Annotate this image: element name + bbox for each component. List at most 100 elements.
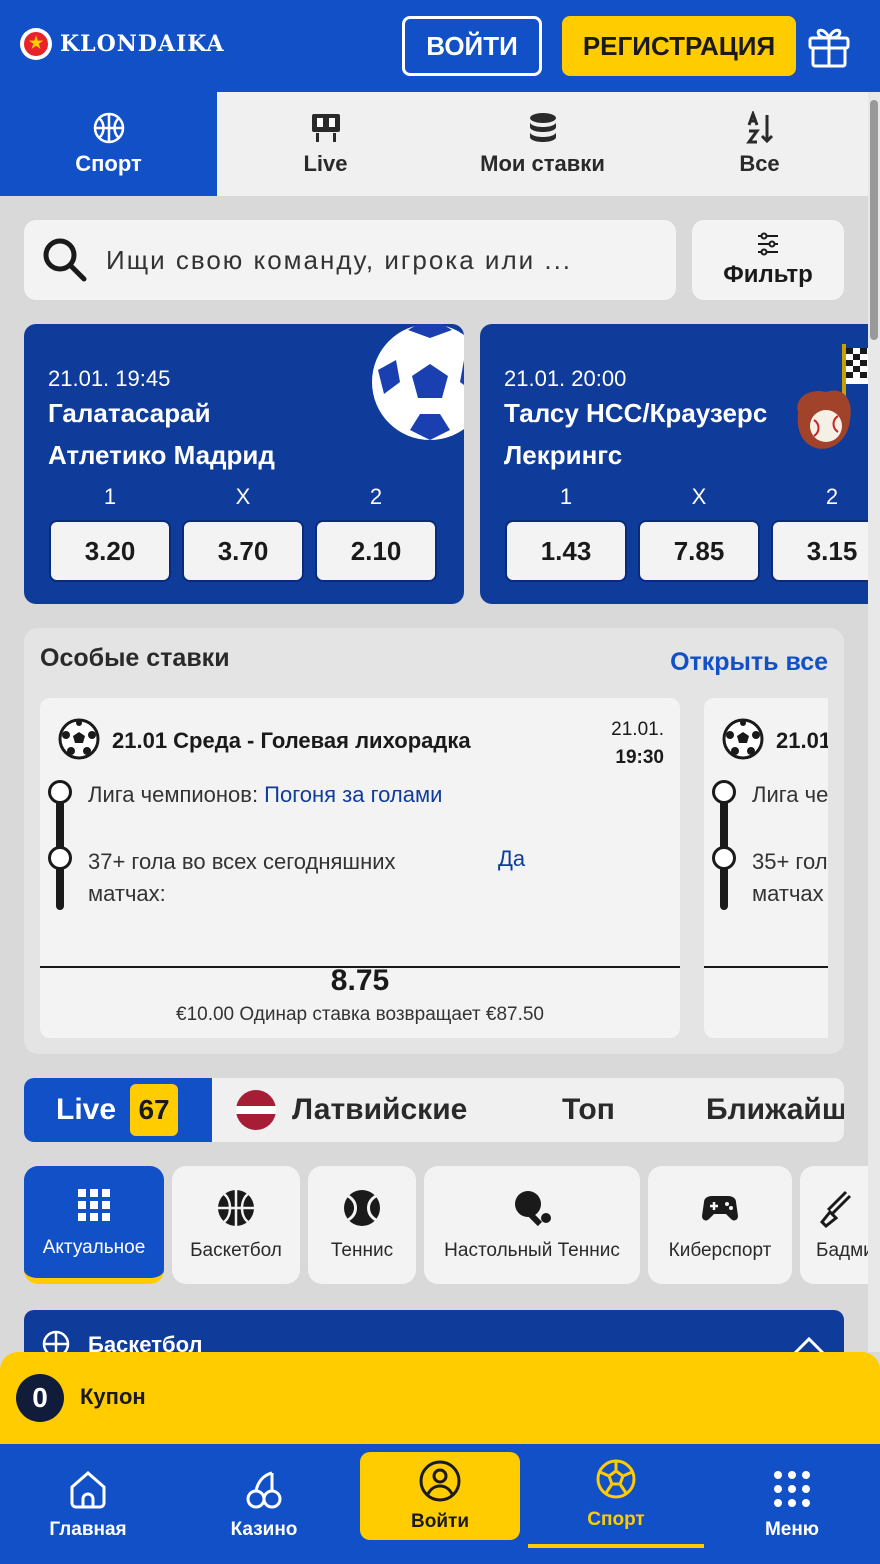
home-icon bbox=[70, 1471, 106, 1509]
sport-basketball[interactable]: Баскетбол bbox=[172, 1166, 300, 1284]
category-label: Ближайшие bbox=[706, 1093, 844, 1126]
sport-tennis[interactable]: Теннис bbox=[308, 1166, 416, 1284]
timeline-dot bbox=[48, 846, 72, 870]
nav-sport[interactable]: Спорт bbox=[528, 1444, 704, 1548]
nav-login[interactable]: Войти bbox=[360, 1452, 520, 1540]
tab-live[interactable]: Live bbox=[217, 92, 434, 196]
nav-casino[interactable]: Казино bbox=[176, 1444, 352, 1564]
odds-button[interactable]: 3.15 bbox=[771, 520, 868, 582]
nav-label: Войти bbox=[411, 1511, 469, 1532]
logo-star-icon: ★ bbox=[20, 28, 52, 60]
odds-button[interactable]: 1.43 bbox=[505, 520, 627, 582]
sport-esports[interactable]: Киберспорт bbox=[648, 1166, 792, 1284]
special-bet-odds[interactable]: 8.75 bbox=[40, 964, 680, 998]
category-latvian[interactable]: Латвийские bbox=[236, 1078, 467, 1142]
category-live[interactable]: Live 67 bbox=[24, 1078, 212, 1142]
sport-label: Киберспорт bbox=[668, 1240, 772, 1261]
tab-label: Мои ставки bbox=[480, 151, 605, 176]
odds-label: X bbox=[235, 484, 251, 509]
tab-my-bets[interactable]: Мои ставки bbox=[434, 92, 651, 196]
bottom-nav: Главная Казино Войти Спорт Меню bbox=[0, 1444, 880, 1564]
featured-match-card[interactable]: 21.01. 20:00 Талсу НСС/Краузерс Лекрингс… bbox=[480, 324, 868, 604]
register-button[interactable]: РЕГИСТРАЦИЯ bbox=[562, 16, 796, 76]
tennis-ball-icon bbox=[344, 1190, 380, 1226]
nav-menu[interactable]: Меню bbox=[704, 1444, 880, 1564]
odds-button[interactable]: 3.20 bbox=[49, 520, 171, 582]
scrollbar-thumb[interactable] bbox=[870, 100, 878, 340]
team-home: Талсу НСС/Краузерс bbox=[504, 398, 768, 428]
soccer-ball-icon bbox=[372, 324, 464, 440]
tab-label: Спорт bbox=[75, 151, 142, 176]
team-away: Лекрингс bbox=[504, 440, 623, 470]
sport-label: Актуальное bbox=[42, 1237, 146, 1258]
tab-sport[interactable]: Спорт bbox=[0, 92, 217, 196]
special-bet-line: Лига чемпионов: Погоня за голами bbox=[88, 782, 442, 808]
sport-label: Баскетбол bbox=[190, 1240, 282, 1261]
tab-label: Live bbox=[303, 151, 348, 176]
logo-text: KLONDAIKA bbox=[60, 31, 225, 57]
special-bet-title: 21.01 bbox=[776, 728, 828, 753]
sport-label: Настольный Теннис bbox=[444, 1240, 620, 1261]
special-bet-card[interactable]: 21.01 Среда - Голевая лихорадка 21.01. 19… bbox=[40, 698, 680, 1038]
scoreboard-icon bbox=[311, 114, 340, 142]
filter-label: Фильтр bbox=[723, 261, 813, 288]
special-bets-title: Особые ставки bbox=[40, 644, 230, 672]
scrollbar[interactable] bbox=[868, 92, 880, 1352]
match-datetime: 21.01. 19:45 bbox=[48, 366, 171, 391]
odds-label: 2 bbox=[369, 484, 383, 509]
tab-label: Все bbox=[739, 151, 780, 176]
odds-label: 1 bbox=[103, 484, 117, 509]
sport-badminton[interactable]: Бадминтон bbox=[800, 1166, 868, 1284]
menu-grid-icon bbox=[774, 1471, 810, 1507]
odds-label: 2 bbox=[825, 484, 839, 509]
special-bet-date: 21.01. bbox=[611, 719, 664, 740]
nav-label: Меню bbox=[764, 1519, 820, 1540]
league-label: Лига чемпионов: bbox=[88, 782, 265, 807]
nav-home[interactable]: Главная bbox=[0, 1444, 176, 1564]
featured-match-card[interactable]: 21.01. 19:45 Галатасарай Атлетико Мадрид… bbox=[24, 324, 464, 604]
sport-label: Теннис bbox=[330, 1240, 394, 1261]
soccer-ball-icon bbox=[596, 1459, 636, 1499]
tab-all[interactable]: Все bbox=[651, 92, 868, 196]
special-bet-title: 21.01 Среда - Голевая лихорадка bbox=[112, 728, 471, 753]
logo[interactable]: ★ KLONDAIKA bbox=[20, 28, 225, 60]
category-upcoming[interactable]: Ближайшие bbox=[706, 1078, 844, 1142]
open-all-link[interactable]: Открыть все bbox=[670, 648, 828, 677]
special-bet-time: 19:30 bbox=[615, 747, 664, 768]
sliders-icon bbox=[758, 232, 778, 256]
grid-icon bbox=[78, 1189, 110, 1221]
special-bet-card[interactable]: 21.01 Лига чемпионов 35+ гол матчах bbox=[704, 698, 828, 1038]
nav-label: Главная bbox=[49, 1519, 127, 1540]
coupon-bar[interactable]: 0 Купон bbox=[0, 1352, 880, 1444]
timeline-dot bbox=[712, 846, 736, 870]
match-datetime: 21.01. 20:00 bbox=[504, 366, 627, 391]
divider bbox=[704, 966, 828, 968]
category-bar: Live 67 Латвийские Топ Ближайшие bbox=[24, 1078, 844, 1142]
basketball-icon bbox=[218, 1190, 254, 1226]
search-input[interactable]: Ищи свою команду, игрока или ... bbox=[24, 220, 676, 300]
odds-label: 1 bbox=[559, 484, 573, 509]
odds-button[interactable]: 3.70 bbox=[182, 520, 304, 582]
team-home: Галатасарай bbox=[48, 398, 211, 428]
basketball-icon bbox=[93, 112, 124, 144]
coupon-label: Купон bbox=[80, 1384, 146, 1409]
login-button[interactable]: ВОЙТИ bbox=[402, 16, 542, 76]
filter-button[interactable]: Фильтр bbox=[692, 220, 844, 300]
odds-button[interactable]: 2.10 bbox=[315, 520, 437, 582]
nav-label: Спорт bbox=[587, 1509, 645, 1530]
category-top[interactable]: Топ bbox=[562, 1078, 615, 1142]
timeline-dot bbox=[712, 780, 736, 804]
shuttlecock-icon bbox=[819, 1190, 852, 1228]
special-bet-returns: €10.00 Одинар ставка возвращает €87.50 bbox=[176, 1004, 544, 1025]
odds-label: X bbox=[691, 484, 707, 509]
coins-stack-icon bbox=[529, 113, 556, 142]
sport-label: Бадминтон bbox=[816, 1240, 868, 1261]
latvia-flag-icon bbox=[236, 1090, 276, 1130]
market-link[interactable]: Погоня за голами bbox=[264, 782, 442, 807]
gift-icon[interactable] bbox=[806, 22, 852, 70]
special-bets-panel: Особые ставки Открыть все 21.01 Среда - … bbox=[24, 628, 844, 1054]
category-label: Латвийские bbox=[292, 1093, 468, 1126]
sport-table-tennis[interactable]: Настольный Теннис bbox=[424, 1166, 640, 1284]
sport-current[interactable]: Актуальное bbox=[24, 1166, 164, 1284]
odds-button[interactable]: 7.85 bbox=[638, 520, 760, 582]
